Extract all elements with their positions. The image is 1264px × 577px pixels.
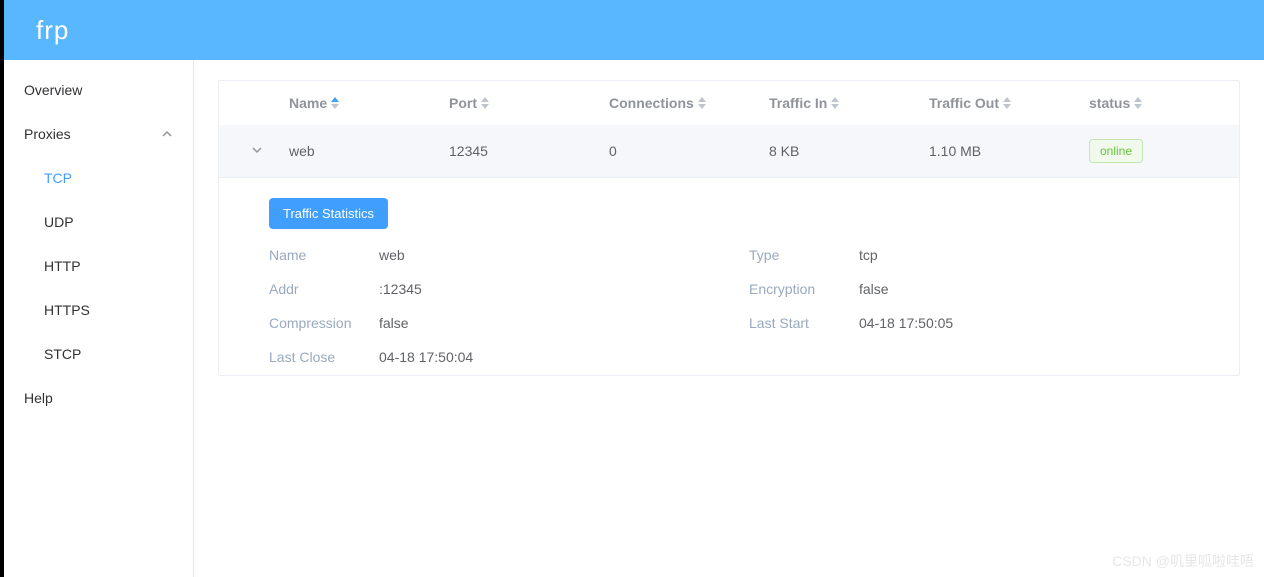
status-badge: online [1089, 139, 1143, 163]
detail-label: Last Close [269, 349, 379, 365]
cell-connections: 0 [599, 129, 759, 173]
sidebar-item-stcp[interactable]: STCP [4, 332, 193, 376]
sidebar-item-label: Overview [24, 82, 82, 98]
sidebar-item-label: HTTPS [44, 302, 90, 318]
column-status[interactable]: status [1079, 81, 1223, 125]
column-connections[interactable]: Connections [599, 81, 759, 125]
detail-grid: Name web Type tcp Addr :12345 Encrypti [269, 247, 1189, 365]
main-content: Name Port Connections Traffic In [194, 60, 1264, 577]
column-traffic-in[interactable]: Traffic In [759, 81, 919, 125]
chevron-down-icon [251, 143, 263, 159]
sidebar-item-overview[interactable]: Overview [4, 68, 193, 112]
sidebar-item-label: Help [24, 390, 53, 406]
detail-value: web [379, 247, 405, 263]
sidebar-item-label: UDP [44, 214, 74, 230]
detail-row-compression: Compression false [269, 315, 709, 331]
sidebar: Overview Proxies TCP UDP HTTP HT [4, 60, 194, 577]
table-row: web 12345 0 8 KB 1.10 MB online [219, 125, 1239, 177]
column-label: Name [289, 95, 327, 111]
cell-traffic-in: 8 KB [759, 129, 919, 173]
detail-value: 04-18 17:50:04 [379, 349, 473, 365]
sort-icon [698, 97, 706, 109]
detail-label: Last Start [749, 315, 859, 331]
detail-row-addr: Addr :12345 [269, 281, 709, 297]
detail-value: tcp [859, 247, 878, 263]
sidebar-item-help[interactable]: Help [4, 376, 193, 420]
body: Overview Proxies TCP UDP HTTP HT [4, 60, 1264, 577]
column-port[interactable]: Port [439, 81, 599, 125]
detail-label: Encryption [749, 281, 859, 297]
column-label: Port [449, 95, 477, 111]
sort-icon [1003, 97, 1011, 109]
detail-label: Addr [269, 281, 379, 297]
detail-row-last-close: Last Close 04-18 17:50:04 [269, 349, 709, 365]
detail-row-last-start: Last Start 04-18 17:50:05 [749, 315, 1189, 331]
column-label: Connections [609, 95, 694, 111]
column-label: status [1089, 95, 1130, 111]
detail-row-encryption: Encryption false [749, 281, 1189, 297]
row-detail-panel: Traffic Statistics Name web Type tcp Add… [219, 177, 1239, 375]
sidebar-item-label: HTTP [44, 258, 81, 274]
app-root: frp Overview Proxies TCP UDP HTT [0, 0, 1264, 577]
column-traffic-out[interactable]: Traffic Out [919, 81, 1079, 125]
sidebar-item-udp[interactable]: UDP [4, 200, 193, 244]
traffic-statistics-button[interactable]: Traffic Statistics [269, 198, 388, 229]
sort-icon [331, 97, 339, 109]
sidebar-submenu-proxies: TCP UDP HTTP HTTPS STCP [4, 156, 193, 376]
sidebar-item-https[interactable]: HTTPS [4, 288, 193, 332]
sidebar-item-tcp[interactable]: TCP [4, 156, 193, 200]
table-header: Name Port Connections Traffic In [219, 81, 1239, 125]
sort-icon [831, 97, 839, 109]
sort-icon [1134, 97, 1142, 109]
expand-toggle[interactable] [235, 129, 279, 173]
detail-value: false [379, 315, 409, 331]
brand-title: frp [36, 15, 69, 46]
cell-name: web [279, 129, 439, 173]
detail-label: Type [749, 247, 859, 263]
detail-value: false [859, 281, 889, 297]
column-label: Traffic Out [929, 95, 999, 111]
sidebar-item-label: Proxies [24, 126, 71, 142]
sort-icon [481, 97, 489, 109]
detail-label: Name [269, 247, 379, 263]
sidebar-item-http[interactable]: HTTP [4, 244, 193, 288]
cell-port: 12345 [439, 129, 599, 173]
detail-label: Compression [269, 315, 379, 331]
sidebar-item-label: STCP [44, 346, 81, 362]
cell-status: online [1079, 125, 1223, 177]
chevron-up-icon [161, 128, 173, 140]
column-name[interactable]: Name [279, 81, 439, 125]
topbar: frp [4, 0, 1264, 60]
detail-row-name: Name web [269, 247, 709, 263]
column-label: Traffic In [769, 95, 827, 111]
detail-row-type: Type tcp [749, 247, 1189, 263]
detail-value: 04-18 17:50:05 [859, 315, 953, 331]
sidebar-item-label: TCP [44, 170, 72, 186]
proxy-table: Name Port Connections Traffic In [218, 80, 1240, 376]
sidebar-item-proxies[interactable]: Proxies [4, 112, 193, 156]
detail-value: :12345 [379, 281, 422, 297]
cell-traffic-out: 1.10 MB [919, 129, 1079, 173]
column-expand [235, 81, 279, 125]
